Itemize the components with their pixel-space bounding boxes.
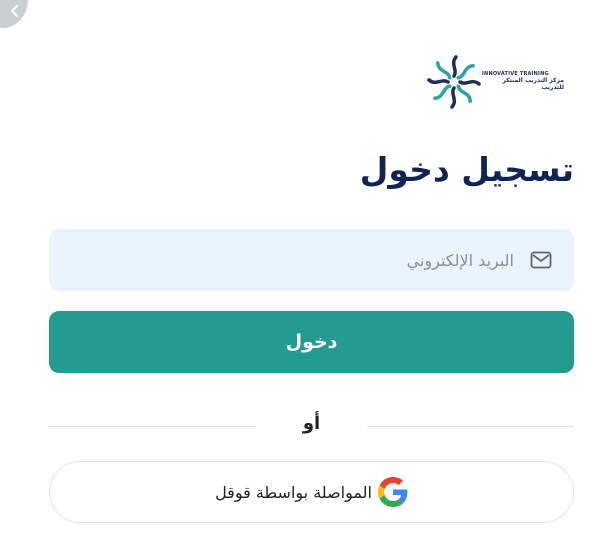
google-login-button[interactable]: المواصلة بواسطة قوقل (49, 461, 574, 523)
chevron-left-icon (11, 5, 18, 17)
divider-left (49, 426, 256, 427)
logo: INNOVATIVE TRAINING مركز التدريب المبتكر… (424, 52, 564, 112)
mail-icon (530, 251, 552, 269)
google-icon (377, 477, 408, 507)
back-button[interactable] (0, 0, 28, 28)
or-separator: أو (302, 413, 321, 434)
logo-text-ar: مركز التدريب المبتكر للتدريب (502, 76, 564, 91)
page-title: تسجيل دخول (359, 150, 574, 189)
google-button-label: المواصلة بواسطة قوقل (215, 482, 372, 502)
email-input[interactable] (49, 228, 516, 292)
email-field[interactable] (49, 228, 574, 292)
divider-right (367, 426, 574, 427)
login-button[interactable]: دخول (49, 311, 574, 373)
logo-mark-icon (427, 55, 481, 109)
